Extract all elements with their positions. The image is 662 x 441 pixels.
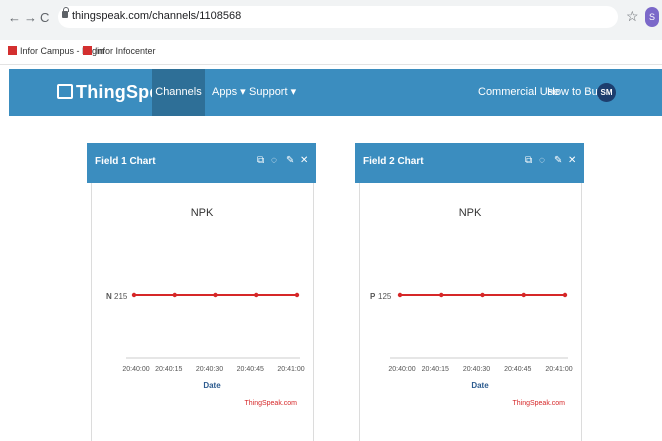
external-link-icon[interactable]: ⧉: [257, 155, 264, 166]
data-point[interactable]: [294, 292, 300, 298]
profile-avatar[interactable]: S: [645, 7, 659, 27]
bookmark-star-icon[interactable]: ☆: [626, 8, 639, 25]
bookmarks-bar: Infor Campus - Login Infor Infocenter: [0, 40, 662, 65]
address-bar[interactable]: thingspeak.com/channels/1108568: [58, 6, 618, 28]
data-point[interactable]: [254, 292, 259, 298]
comment-icon[interactable]: ◌: [271, 155, 277, 166]
menu-how-to-buy[interactable]: How to Buy: [547, 69, 603, 116]
series-line: [131, 292, 300, 298]
comment-icon[interactable]: ◌: [539, 155, 545, 166]
panel-title: Field 1 Chart: [95, 156, 156, 167]
y-axis-label: P: [370, 292, 376, 301]
thingspeak-navbar: ThingSpeak™ Channels ▾ Apps ▾ Support ▾ …: [9, 69, 662, 145]
user-avatar[interactable]: SM: [597, 83, 616, 102]
data-point[interactable]: [521, 292, 526, 298]
panel-body: NPK N 215 20:40:00 20:40:15 20:40:30 20:40:…: [91, 183, 314, 441]
menu-apps[interactable]: Apps ▾: [212, 69, 246, 116]
data-point[interactable]: [172, 292, 177, 298]
data-point[interactable]: [131, 292, 137, 298]
field-1-panel: Field 1 Chart ⧉ ◌ ✎ ✕ NPK N 215 20:40:00…: [87, 143, 316, 441]
x-ticks: 20:40:00 20:40:15 20:40:30 20:40:45 20:41:00: [388, 366, 572, 373]
data-point[interactable]: [562, 292, 568, 298]
menu-channels[interactable]: Channels ▾: [152, 69, 205, 145]
data-point[interactable]: [213, 292, 218, 298]
data-point[interactable]: [397, 292, 403, 298]
lock-icon: [62, 7, 69, 18]
speech-bubble-icon: [57, 84, 73, 99]
x-tick-label: 20:40:45: [237, 366, 264, 373]
data-point[interactable]: [480, 292, 485, 298]
x-tick-label: 20:40:00: [122, 366, 149, 373]
x-tick-label: 20:41:00: [545, 366, 572, 373]
forward-icon[interactable]: →: [24, 10, 37, 25]
x-tick-label: 20:41:00: [277, 366, 304, 373]
close-icon[interactable]: ✕: [568, 155, 576, 166]
data-point[interactable]: [439, 292, 444, 298]
pencil-icon[interactable]: ✎: [554, 155, 562, 166]
panel-title: Field 2 Chart: [363, 156, 424, 167]
x-ticks: 20:40:00 20:40:15 20:40:30 20:40:45 20:41:00: [122, 366, 304, 373]
thingspeak-credit[interactable]: ThingSpeak.com: [512, 400, 565, 407]
chart-title: NPK: [191, 207, 214, 219]
url-text: thingspeak.com/channels/1108568: [72, 10, 242, 22]
chart-title: NPK: [459, 207, 482, 219]
reload-icon[interactable]: C: [40, 10, 49, 25]
infor-favicon-icon: [83, 46, 92, 55]
x-tick-label: 20:40:45: [504, 366, 531, 373]
pencil-icon[interactable]: ✎: [286, 155, 294, 166]
y-tick-label: 125: [378, 292, 392, 301]
close-icon[interactable]: ✕: [300, 155, 308, 166]
x-tick-label: 20:40:15: [422, 366, 449, 373]
external-link-icon[interactable]: ⧉: [525, 155, 532, 166]
x-axis-label: Date: [203, 381, 221, 390]
chart-svg: NPK N 215 20:40:00 20:40:15 20:40:30 20:40:…: [106, 207, 305, 407]
y-tick-label: 215: [114, 292, 128, 301]
x-axis-label: Date: [471, 381, 489, 390]
x-tick-label: 20:40:30: [196, 366, 223, 373]
browser-toolbar: ← → C thingspeak.com/channels/1108568 ☆ …: [0, 0, 662, 40]
series-line: [397, 292, 568, 298]
menu-support[interactable]: Support ▾: [249, 69, 296, 116]
thingspeak-credit[interactable]: ThingSpeak.com: [244, 400, 297, 407]
infor-favicon-icon: [8, 46, 17, 55]
x-tick-label: 20:40:15: [155, 366, 182, 373]
x-tick-label: 20:40:30: [463, 366, 490, 373]
field-2-panel: Field 2 Chart ⧉ ◌ ✎ ✕ NPK P 125 20:40:00…: [355, 143, 584, 441]
panel-header: Field 2 Chart ⧉ ◌ ✎ ✕: [355, 143, 584, 183]
chart-svg: NPK P 125 20:40:00 20:40:15 20:40:30 20:40:…: [370, 207, 573, 407]
bookmark-infor-infocenter[interactable]: Infor Infocenter: [83, 46, 156, 56]
panel-body: NPK P 125 20:40:00 20:40:15 20:40:30 20:40:…: [359, 183, 582, 441]
back-icon[interactable]: ←: [8, 10, 21, 25]
panel-header: Field 1 Chart ⧉ ◌ ✎ ✕: [87, 143, 316, 183]
y-axis-label: N: [106, 292, 112, 301]
x-tick-label: 20:40:00: [388, 366, 415, 373]
bookmark-label: Infor Infocenter: [95, 46, 156, 56]
